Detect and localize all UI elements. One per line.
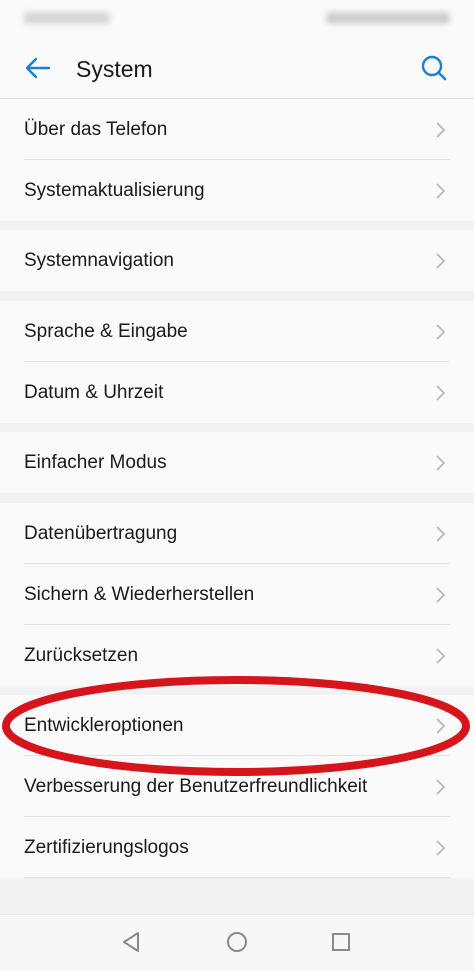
settings-item-label: Sprache & Eingabe [24,321,188,342]
settings-item-label: Datum & Uhrzeit [24,382,164,403]
settings-item-zuruecksetzen[interactable]: Zurücksetzen [0,625,474,686]
settings-item-sichern-wiederherstellen[interactable]: Sichern & Wiederherstellen [0,564,474,625]
settings-item-datenuebertragung[interactable]: Datenübertragung [0,503,474,564]
settings-item-datum-uhrzeit[interactable]: Datum & Uhrzeit [0,362,474,423]
settings-group: Einfacher Modus [0,432,474,493]
chevron-right-icon [436,122,446,138]
settings-group: Über das Telefon Systemaktualisierung [0,99,474,221]
status-bar-right-blurred [326,12,450,24]
chevron-right-icon [436,455,446,471]
settings-group: Systemnavigation [0,230,474,291]
settings-item-label: Zertifizierungslogos [24,837,189,858]
settings-item-label: Verbesserung der Benutzerfreundlichkeit [24,776,368,797]
settings-item-label: Systemaktualisierung [24,180,205,201]
chevron-right-icon [436,324,446,340]
chevron-right-icon [436,779,446,795]
settings-item-verbesserung-benutzerfreundlichkeit[interactable]: Verbesserung der Benutzerfreundlichkeit [0,756,474,817]
chevron-right-icon [436,718,446,734]
settings-item-label: Entwickleroptionen [24,715,184,736]
settings-group: Sprache & Eingabe Datum & Uhrzeit [0,301,474,423]
chevron-right-icon [436,648,446,664]
page-title: System [76,56,153,82]
settings-item-entwickleroptionen[interactable]: Entwickleroptionen [0,695,474,756]
settings-item-label: Zurücksetzen [24,645,139,666]
chevron-right-icon [436,840,446,856]
circle-home-icon[interactable] [224,929,250,955]
status-bar [0,0,474,36]
status-bar-left-blurred [24,12,110,24]
chevron-right-icon [436,183,446,199]
arrow-left-icon [25,57,51,79]
settings-item-einfacher-modus[interactable]: Einfacher Modus [0,432,474,493]
square-recents-icon[interactable] [328,929,354,955]
settings-item-ueber-das-telefon[interactable]: Über das Telefon [0,99,474,160]
divider [24,877,450,878]
search-button[interactable] [418,52,450,84]
settings-item-systemnavigation[interactable]: Systemnavigation [0,230,474,291]
back-button[interactable] [22,52,54,84]
system-nav-bar [0,914,474,971]
settings-item-label: Über das Telefon [24,119,168,140]
settings-item-label: Sichern & Wiederherstellen [24,584,255,605]
settings-group: Entwickleroptionen Verbesserung der Benu… [0,695,474,878]
triangle-back-icon[interactable] [118,929,144,955]
chevron-right-icon [436,587,446,603]
chevron-right-icon [436,526,446,542]
app-bar: System [0,36,474,99]
chevron-right-icon [436,253,446,269]
settings-item-label: Einfacher Modus [24,452,167,473]
settings-item-zertifizierungslogos[interactable]: Zertifizierungslogos [0,817,474,878]
settings-item-label: Systemnavigation [24,250,174,271]
chevron-right-icon [436,385,446,401]
settings-item-systemaktualisierung[interactable]: Systemaktualisierung [0,160,474,221]
settings-item-sprache-eingabe[interactable]: Sprache & Eingabe [0,301,474,362]
search-icon [421,55,447,81]
settings-group: Datenübertragung Sichern & Wiederherstel… [0,503,474,686]
settings-item-label: Datenübertragung [24,523,178,544]
